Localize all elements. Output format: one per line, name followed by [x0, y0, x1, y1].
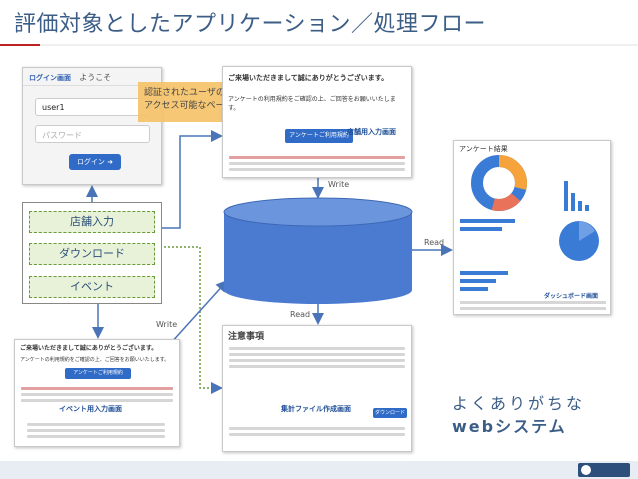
label-read-bottom: Read	[290, 310, 311, 319]
menu-item-store-input[interactable]: 店舗入力	[29, 211, 155, 233]
username-input[interactable]: user1	[35, 98, 150, 116]
menu-item-event[interactable]: イベント	[29, 276, 155, 298]
bar-chart-small	[564, 181, 589, 211]
tagline-line-1: よくありがちな	[452, 394, 586, 413]
store-heading: ご来場いただきまして誠にありがとうございます。	[228, 74, 389, 82]
store-sub: アンケートの利用規約をご確認の上、ご回答をお願いいたします。	[228, 96, 396, 112]
event-notes	[15, 384, 179, 405]
event-sub: アンケートの利用規約をご確認の上、ご回答をお願いいたします。	[20, 357, 170, 363]
menu-item-download[interactable]: ダウンロード	[29, 243, 155, 265]
bar-chart-horizontal	[460, 219, 515, 291]
login-button-label: ログイン	[76, 158, 105, 166]
tagline-line-2: webシステム	[452, 417, 567, 436]
store-screen-label: 店舗用入力画面	[347, 128, 396, 136]
menu-box: 店舗入力 ダウンロード イベント	[22, 202, 162, 304]
notice-heading: 注意事項	[228, 332, 265, 342]
dashboard-screen-label: ダッシュボード画面	[544, 293, 599, 300]
event-input-screen: ご来場いただきまして誠にありがとうございます。 アンケートの利用規約をご確認の上…	[14, 339, 180, 447]
event-form-fields	[21, 420, 171, 441]
password-input[interactable]: パスワード	[35, 125, 150, 143]
pie-chart	[559, 221, 599, 261]
donut-chart	[471, 155, 527, 211]
aggregate-file-screen: 注意事項 集計ファイル作成画面 ダウンロード	[222, 325, 412, 452]
logo-mark-icon	[581, 465, 591, 475]
label-read-right: Read	[424, 238, 445, 247]
login-heading: ログイン画面	[29, 74, 71, 82]
event-heading: ご来場いただきまして誠にありがとうございます。	[20, 345, 158, 352]
dashboard-charts	[460, 155, 606, 310]
store-input-screen: ご来場いただきまして誠にありがとうございます。 アンケートの利用規約をご確認の上…	[222, 66, 412, 178]
notice-lines-bottom	[223, 424, 411, 439]
sign-in-icon: ➜	[107, 158, 114, 166]
aggregate-download-button[interactable]: ダウンロード	[373, 408, 407, 418]
tagline: よくありがちな webシステム	[452, 392, 622, 438]
store-terms-button[interactable]: アンケートご利用規約	[285, 129, 353, 143]
company-logo	[578, 463, 630, 477]
event-terms-button[interactable]: アンケートご利用規約	[65, 368, 131, 379]
database-cylinder	[223, 197, 413, 304]
footer-bar	[0, 461, 638, 479]
login-button[interactable]: ログイン ➜	[69, 154, 121, 170]
label-write-left: Write	[156, 320, 178, 329]
dashboard-screen: アンケート結果 ダッシュボード画面	[453, 140, 611, 315]
arrow-event-write	[169, 279, 229, 345]
store-notes	[223, 153, 411, 174]
notice-lines	[223, 344, 411, 371]
event-screen-label: イベント用入力画面	[59, 405, 122, 413]
login-welcome: ようこそ	[79, 73, 112, 82]
label-write-top: Write	[328, 180, 350, 189]
data-table	[460, 301, 606, 310]
aggregate-screen-label: 集計ファイル作成画面	[281, 405, 351, 413]
